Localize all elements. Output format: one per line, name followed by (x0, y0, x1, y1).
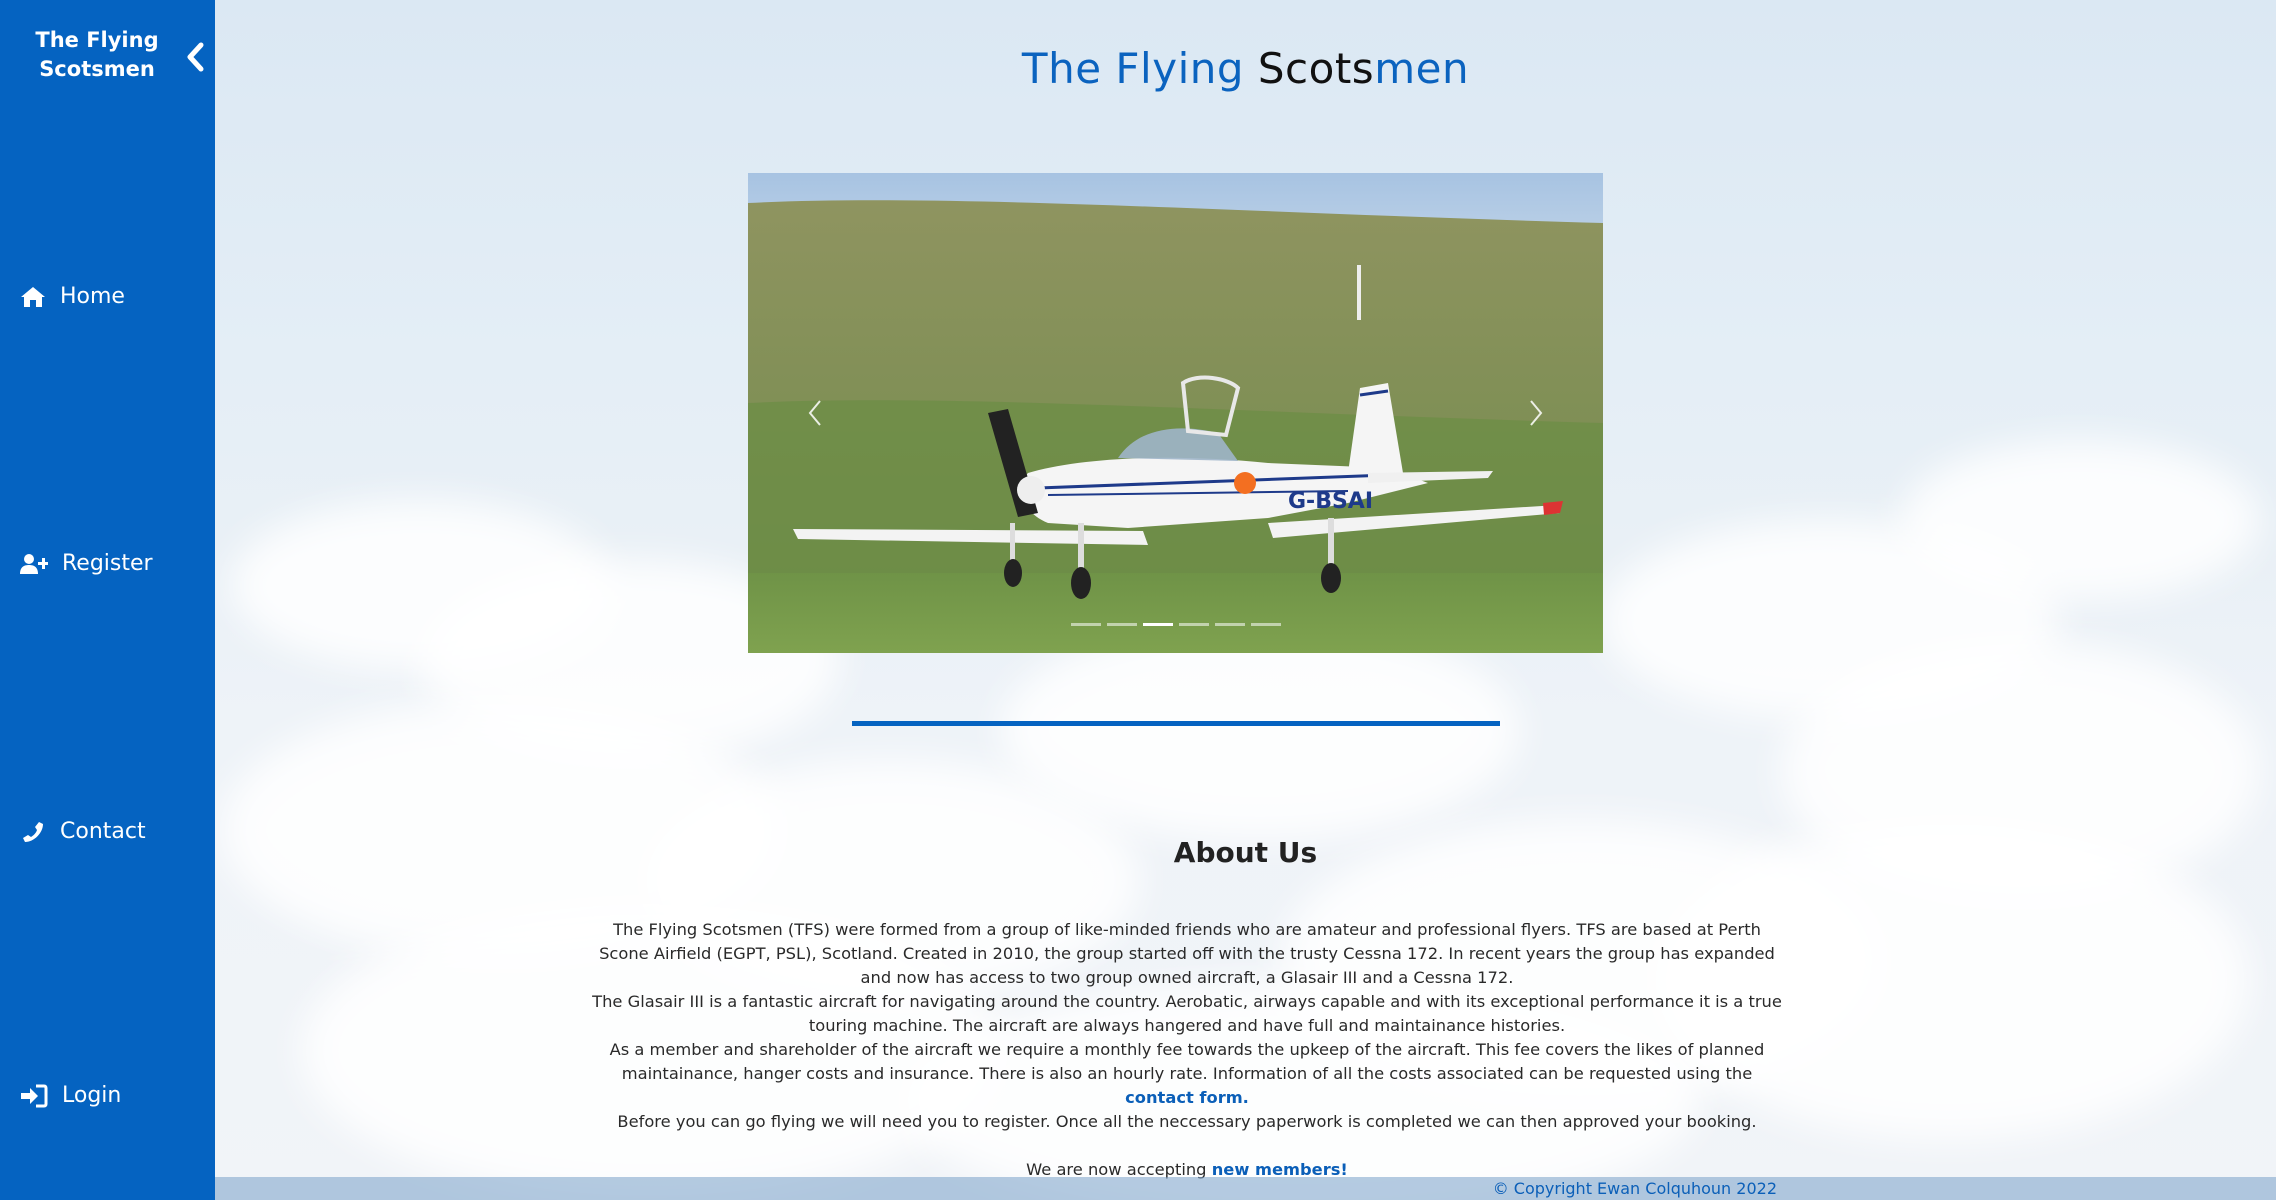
aircraft-registration: G-BSAI (1288, 489, 1373, 514)
sign-in-icon (21, 1084, 48, 1107)
carousel-indicator-active[interactable] (1142, 623, 1173, 626)
about-paragraph-3: As a member and shareholder of the aircr… (587, 1038, 1787, 1110)
brand-line-1: The Flying (35, 28, 159, 52)
title-part-3: men (1374, 44, 1470, 93)
sidebar-item-label: Login (62, 1083, 122, 1108)
carousel-indicator[interactable] (1178, 623, 1209, 626)
about-paragraph-2: The Glasair III is a fantastic aircraft … (592, 992, 1782, 1035)
chevron-left-icon (808, 400, 821, 426)
carousel-prev-button[interactable] (800, 393, 830, 433)
aircraft-photo: G-BSAI (748, 173, 1603, 653)
carousel-indicator[interactable] (1250, 623, 1281, 626)
phone-icon (23, 821, 43, 842)
about-paragraph-4: Before you can go flying we will need yo… (617, 1112, 1757, 1131)
chevron-right-icon (1530, 400, 1543, 426)
carousel-indicator[interactable] (1106, 623, 1137, 626)
collapse-sidebar-button[interactable] (183, 40, 209, 74)
contact-form-link[interactable]: contact form. (1125, 1088, 1249, 1107)
sidebar-item-contact[interactable]: Contact (20, 819, 146, 844)
home-icon (21, 286, 45, 307)
title-part-2: Scots (1257, 44, 1375, 93)
about-heading: About Us (1173, 836, 1318, 869)
carousel-next-button[interactable] (1521, 393, 1551, 433)
footer: © Copyright Ewan Colquhoun 2022 (215, 1177, 2276, 1200)
sidebar-brand[interactable]: The Flying Scotsmen (22, 26, 172, 84)
about-paragraph-1: The Flying Scotsmen (TFS) were formed fr… (599, 920, 1775, 987)
about-paragraph-3-text: As a member and shareholder of the aircr… (609, 1040, 1765, 1083)
sidebar-item-login[interactable]: Login (20, 1083, 121, 1108)
main-content: The Flying Scotsmen G-BSAI About Us The … (215, 0, 2276, 1200)
image-carousel[interactable]: G-BSAI (748, 173, 1603, 653)
page-title: The Flying Scotsmen (215, 44, 2276, 93)
carousel-indicator[interactable] (1070, 623, 1101, 626)
carousel-indicator[interactable] (1214, 623, 1245, 626)
sidebar-item-label: Register (62, 551, 153, 576)
copyright-text: © Copyright Ewan Colquhoun 2022 (1492, 1179, 1777, 1198)
chevron-left-icon (187, 42, 204, 72)
brand-line-2: Scotsmen (39, 57, 155, 81)
sidebar: The Flying Scotsmen Home Register Contac… (0, 0, 215, 1200)
user-plus-icon (20, 553, 48, 574)
section-divider (852, 721, 1500, 726)
carousel-indicators (748, 623, 1603, 626)
sidebar-item-register[interactable]: Register (20, 551, 153, 576)
sidebar-item-label: Home (60, 284, 125, 309)
about-text: The Flying Scotsmen (TFS) were formed fr… (587, 918, 1787, 1182)
sidebar-item-home[interactable]: Home (20, 284, 125, 309)
sidebar-item-label: Contact (60, 819, 146, 844)
title-part-1: The Flying (1021, 44, 1258, 93)
